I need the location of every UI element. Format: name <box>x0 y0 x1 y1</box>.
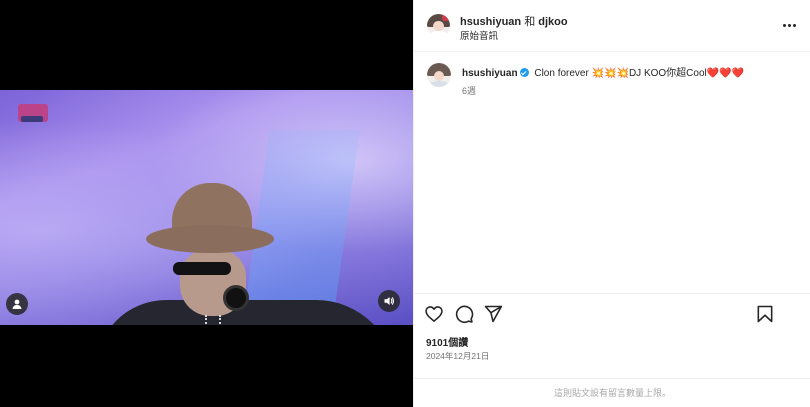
more-horizontal-icon <box>782 23 786 27</box>
post-date[interactable]: 2024年12月21日 <box>426 350 489 362</box>
heart-icon <box>425 306 443 322</box>
author-names: hsushiyuan 和 djkoo <box>460 13 568 29</box>
verified-badge-icon <box>519 68 529 77</box>
performer-necklace <box>205 315 221 325</box>
caption-timestamp[interactable]: 6週 <box>462 84 476 97</box>
caption-avatar[interactable] <box>427 63 451 87</box>
action-bar <box>414 293 810 333</box>
speaker-icon <box>384 297 394 305</box>
performer-headphones <box>223 285 249 311</box>
original-audio-link[interactable]: 原始音訊 <box>460 28 498 42</box>
collaborator-username-link[interactable]: djkoo <box>538 16 567 28</box>
caption-text-block: hsushiyuan Clon forever 💥💥💥DJ KOO你超Cool❤… <box>462 67 802 80</box>
performer-hat-brim <box>146 225 274 253</box>
performer-sunglasses <box>173 262 231 275</box>
author-username-link[interactable]: hsushiyuan <box>460 16 521 28</box>
comment-icon <box>455 305 474 323</box>
author-avatar[interactable] <box>427 14 450 37</box>
caption-text: Clon forever 💥💥💥DJ KOO你超Cool❤️❤️❤️ <box>534 68 745 79</box>
save-button[interactable] <box>755 304 775 324</box>
like-count[interactable]: 9101個讚 <box>426 334 468 349</box>
broadcast-logo-bar <box>21 116 43 122</box>
caption-username-link[interactable]: hsushiyuan <box>462 68 518 79</box>
person-icon <box>12 299 22 309</box>
post-window: hsushiyuan 和 djkoo 原始音訊 hsushiyuan Clon … <box>0 0 810 407</box>
post-details-panel: hsushiyuan 和 djkoo 原始音訊 hsushiyuan Clon … <box>413 0 810 407</box>
share-button[interactable] <box>483 304 503 324</box>
audio-toggle-button[interactable] <box>378 290 400 312</box>
collab-joiner: 和 <box>524 16 536 28</box>
bookmark-icon <box>757 305 773 323</box>
post-header: hsushiyuan 和 djkoo 原始音訊 <box>414 0 810 52</box>
video-player[interactable] <box>0 90 413 325</box>
like-button[interactable] <box>424 304 444 324</box>
user-tags-button[interactable] <box>6 293 28 315</box>
share-icon <box>484 305 503 323</box>
comments-limit-notice: 這則貼文設有留言數量上限。 <box>414 378 810 407</box>
more-options-button[interactable] <box>779 18 799 32</box>
media-area <box>0 0 413 407</box>
comment-button[interactable] <box>454 304 474 324</box>
